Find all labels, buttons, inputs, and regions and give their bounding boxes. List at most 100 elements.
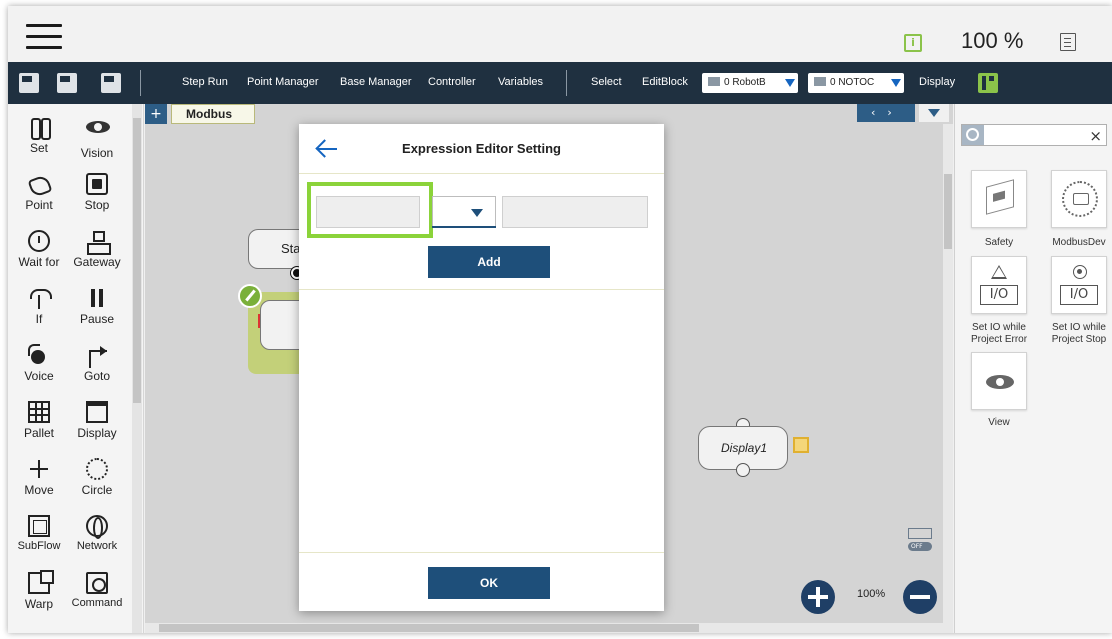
move-icon [28, 458, 50, 480]
display-node-output-port[interactable] [736, 463, 750, 477]
component-modbusdev[interactable] [1051, 170, 1107, 228]
palette-item-voice[interactable]: Voice [8, 344, 70, 383]
palette-item-warp[interactable]: Warp [8, 570, 70, 611]
component-set-io-project-error-label: Set IO while Project Error [970, 322, 1028, 345]
component-view-label: View [988, 417, 1010, 428]
info-icon[interactable]: i [904, 34, 922, 52]
document-icon[interactable] [1060, 33, 1076, 51]
command-icon [86, 572, 108, 594]
chevron-down-icon [785, 79, 795, 87]
base-manager-button[interactable]: Base Manager [340, 76, 412, 88]
canvas-vertical-scrollbar[interactable] [943, 124, 953, 623]
auto-arrange-toggle[interactable]: OFF [905, 528, 935, 554]
stop-icon [86, 173, 108, 195]
chevron-down-icon[interactable] [919, 104, 949, 122]
palette-item-wait-for[interactable]: Wait for [8, 230, 70, 269]
display-node-badge-icon [793, 437, 809, 453]
add-button[interactable]: Add [428, 246, 550, 278]
tool-icon [28, 116, 51, 140]
palette-item-move[interactable]: Move [8, 458, 70, 497]
component-set-io-project-error[interactable]: I/O [971, 256, 1027, 314]
clock-icon [28, 230, 50, 252]
main-toolbar: Step Run Point Manager Base Manager Cont… [8, 62, 1112, 104]
step-run-button[interactable]: Step Run [182, 76, 228, 88]
component-view[interactable] [971, 352, 1027, 410]
app-window: i 100 % Step Run Point Manager Base Mana… [8, 6, 1112, 633]
page-nav-buttons[interactable]: ‹› [857, 104, 915, 122]
display-layout-icon[interactable] [978, 73, 998, 93]
variables-button[interactable]: Variables [498, 76, 543, 88]
zoom-out-button[interactable] [903, 580, 937, 614]
edit-icon[interactable] [238, 284, 262, 308]
component-safety-label: Safety [984, 237, 1014, 248]
palette-item-vision[interactable]: Vision [66, 116, 128, 160]
component-modbusdev-label: ModbusDev [1052, 237, 1106, 248]
modbus-device-icon [1062, 181, 1098, 217]
new-project-icon[interactable] [19, 73, 39, 93]
stop-icon [1073, 265, 1087, 279]
palette-item-circle[interactable]: Circle [66, 458, 128, 497]
palette-item-subflow[interactable]: SubFlow [8, 515, 70, 552]
controller-button[interactable]: Controller [428, 76, 476, 88]
component-search-input[interactable]: × [961, 124, 1107, 146]
io-stop-icon: I/O [1060, 285, 1098, 305]
dialog-header: Expression Editor Setting [299, 124, 664, 174]
edit-block-button[interactable]: EditBlock [642, 76, 688, 88]
right-operand-input[interactable] [502, 196, 648, 228]
component-safety[interactable] [971, 170, 1027, 228]
palette-item-if[interactable]: If [8, 287, 70, 326]
pallet-icon [28, 401, 50, 423]
add-tab-button[interactable]: + [145, 104, 167, 124]
save-project-icon[interactable] [57, 73, 77, 93]
robot-base-dropdown[interactable]: 0 RobotB [702, 73, 798, 93]
zoom-in-button[interactable] [801, 580, 835, 614]
divider [299, 289, 664, 290]
tool-dropdown[interactable]: 0 NOTOC [808, 73, 904, 93]
view-icon [986, 375, 1014, 389]
left-operand-input[interactable] [316, 196, 420, 228]
search-icon [962, 125, 984, 145]
warp-icon [28, 570, 54, 594]
palette-item-stop[interactable]: Stop [66, 173, 128, 212]
palette-item-gateway[interactable]: Gateway [66, 230, 128, 269]
tool-icon [814, 77, 826, 86]
robot-base-icon [708, 77, 720, 86]
palette-item-pallet[interactable]: Pallet [8, 401, 70, 440]
palette-item-network[interactable]: Network [66, 515, 128, 552]
close-icon[interactable]: × [1089, 127, 1102, 145]
component-panel: × Safety ModbusDev I/O Set IO while Proj… [954, 104, 1112, 633]
divider [299, 552, 664, 553]
operator-select[interactable] [432, 196, 496, 228]
dialog-title: Expression Editor Setting [402, 141, 561, 156]
circle-icon [86, 458, 108, 480]
expression-editor-dialog: Expression Editor Setting Add OK [299, 124, 664, 611]
node-palette: Set Vision Point Stop Wait for Gateway I… [8, 104, 144, 633]
warning-icon [991, 265, 1007, 279]
ok-button[interactable]: OK [428, 567, 550, 599]
open-project-icon[interactable] [101, 73, 121, 93]
branch-icon [28, 287, 52, 309]
palette-item-command[interactable]: Command [66, 572, 128, 609]
top-bar: i 100 % [8, 6, 1112, 62]
point-manager-button[interactable]: Point Manager [247, 76, 319, 88]
select-button[interactable]: Select [591, 76, 622, 88]
palette-item-pause[interactable]: Pause [66, 287, 128, 326]
display-icon [86, 401, 108, 423]
canvas-horizontal-scrollbar[interactable] [145, 623, 953, 633]
io-error-icon: I/O [980, 285, 1018, 305]
palette-item-point[interactable]: Point [8, 173, 70, 212]
palette-scrollbar[interactable] [132, 104, 142, 633]
eye-icon [86, 121, 110, 133]
gateway-icon [86, 230, 111, 255]
chevron-down-icon [891, 79, 901, 87]
menu-icon[interactable] [26, 24, 62, 50]
network-icon [86, 515, 108, 539]
component-set-io-project-stop[interactable]: I/O [1051, 256, 1107, 314]
display-button[interactable]: Display [919, 76, 955, 88]
palette-item-goto[interactable]: Goto [66, 344, 128, 383]
palette-item-display[interactable]: Display [66, 401, 128, 440]
palette-item-set[interactable]: Set [8, 116, 70, 155]
subflow-icon [28, 515, 50, 537]
tab-modbus[interactable]: Modbus [171, 104, 255, 124]
component-set-io-project-stop-label: Set IO while Project Stop [1051, 322, 1107, 345]
